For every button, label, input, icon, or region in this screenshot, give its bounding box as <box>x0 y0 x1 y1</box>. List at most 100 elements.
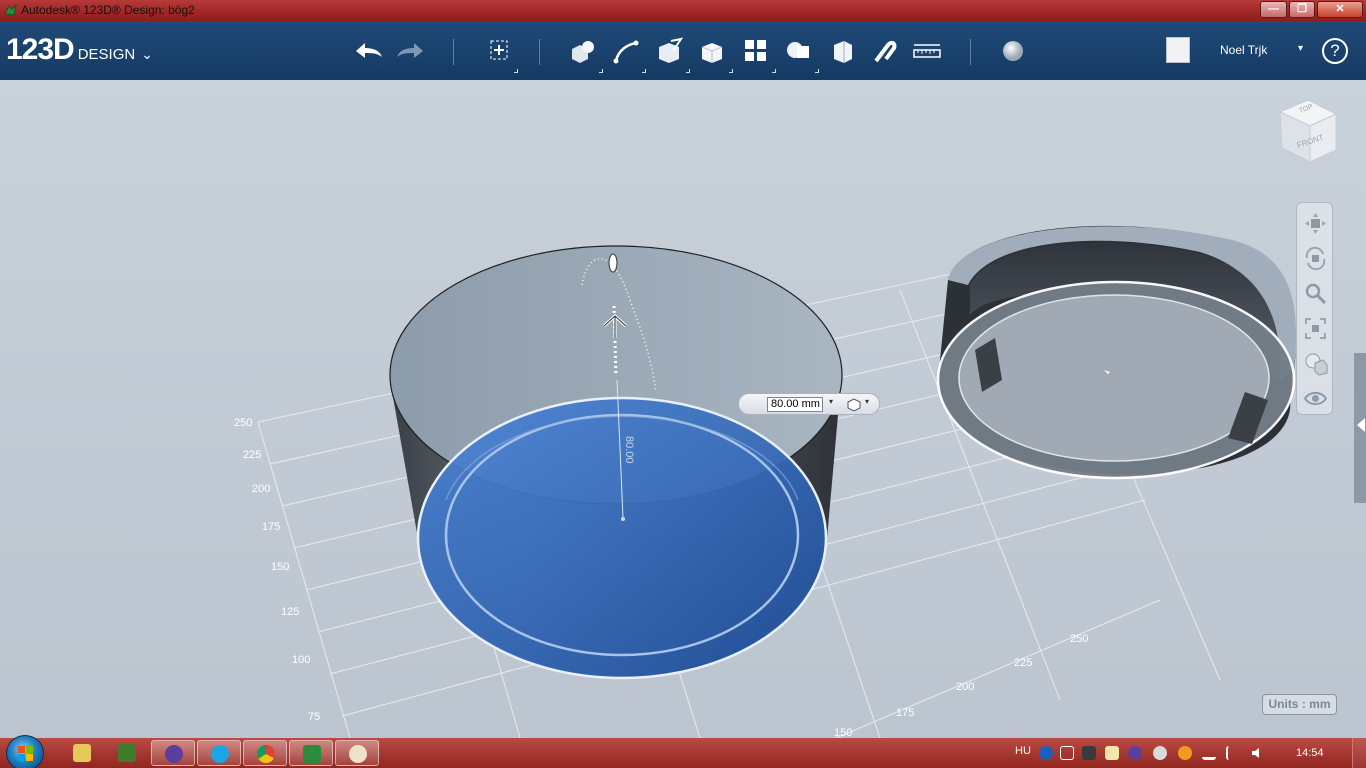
taskbar-123d-design[interactable] <box>289 740 333 766</box>
gamepad-icon[interactable] <box>1153 746 1167 760</box>
scene-canvas[interactable]: 250 225 200 175 150 125 100 75 150 175 2… <box>0 80 1366 738</box>
construct-button[interactable] <box>651 35 687 67</box>
svg-text:225: 225 <box>1014 657 1032 669</box>
svg-text:250: 250 <box>1070 633 1088 645</box>
taskbar-paint[interactable] <box>335 740 379 766</box>
material-button[interactable] <box>995 35 1031 67</box>
toolbar-separator <box>539 39 540 65</box>
svg-text:150: 150 <box>834 727 852 738</box>
modify-button[interactable] <box>694 35 730 67</box>
windows-logo-icon <box>18 746 33 761</box>
language-indicator[interactable]: HU <box>1015 745 1031 757</box>
extrude-mode-icon[interactable] <box>846 397 862 412</box>
sketch-button[interactable] <box>608 35 644 67</box>
units-indicator[interactable]: Units : mm <box>1262 694 1337 715</box>
material-icon <box>1003 41 1023 61</box>
orbit-icon[interactable] <box>1303 246 1328 271</box>
pan-icon[interactable] <box>1303 211 1328 236</box>
svg-text:175: 175 <box>262 521 280 533</box>
svg-text:125: 125 <box>281 606 299 618</box>
taskbar-minecraft[interactable] <box>105 740 149 766</box>
start-button[interactable] <box>6 735 44 768</box>
user-name[interactable]: Noel Trjk <box>1220 43 1267 57</box>
transform-button[interactable] <box>481 35 517 67</box>
app-tray-icon[interactable] <box>1128 746 1142 760</box>
navigation-bar <box>1296 202 1333 415</box>
grouping-icon <box>787 42 809 58</box>
help-button[interactable]: ? <box>1322 38 1348 64</box>
toolbar-separator <box>453 39 454 65</box>
snap-icon <box>874 40 897 63</box>
view-style-icon[interactable] <box>1303 351 1328 376</box>
window-title: Autodesk® 123D® Design: bög2 <box>21 3 195 17</box>
grouping-button[interactable] <box>781 35 817 67</box>
measure-button[interactable] <box>909 35 945 67</box>
inline-dimension-label: 80.00 <box>623 436 635 464</box>
3d-viewport[interactable]: 250 225 200 175 150 125 100 75 150 175 2… <box>0 80 1366 738</box>
fit-icon[interactable] <box>1303 316 1328 341</box>
minimize-button[interactable]: — <box>1260 1 1287 18</box>
app-icon <box>4 3 17 16</box>
taskbar-chrome[interactable] <box>243 740 287 766</box>
steam-icon[interactable] <box>1082 746 1096 760</box>
redo-icon <box>397 43 423 58</box>
pattern-icon <box>745 40 766 61</box>
flag-icon[interactable] <box>1226 746 1240 760</box>
svg-text:175: 175 <box>896 707 914 719</box>
signal-icon[interactable] <box>1202 746 1216 760</box>
svg-text:200: 200 <box>956 681 974 693</box>
undo-button[interactable] <box>350 35 386 67</box>
network-tray-icon[interactable] <box>1060 746 1074 760</box>
visibility-icon[interactable] <box>1303 386 1328 411</box>
maximize-button[interactable]: ❐ <box>1289 1 1315 18</box>
svg-text:200: 200 <box>252 483 270 495</box>
folder-icon <box>73 744 91 762</box>
taskbar-explorer[interactable] <box>60 740 104 766</box>
toolbar-separator <box>970 39 971 65</box>
taskbar-skype[interactable] <box>197 740 241 766</box>
notes-icon[interactable] <box>1105 746 1119 760</box>
svg-text:75: 75 <box>308 711 320 723</box>
snap-button[interactable] <box>866 35 902 67</box>
app-icon <box>165 745 183 763</box>
svg-text:250: 250 <box>234 417 252 429</box>
volume-icon[interactable] <box>1250 746 1264 760</box>
taskbar-rival-app[interactable] <box>151 740 195 766</box>
show-desktop-button[interactable] <box>1352 738 1366 768</box>
transform-icon <box>490 40 508 60</box>
chevron-left-icon[interactable] <box>1357 418 1365 432</box>
minecraft-icon <box>118 744 136 762</box>
caret-icon <box>514 69 518 73</box>
combine-button[interactable] <box>824 35 860 67</box>
svg-text:225: 225 <box>243 449 261 461</box>
redo-button[interactable] <box>393 35 429 67</box>
clock[interactable]: 14:54 <box>1296 747 1324 759</box>
chevron-down-icon[interactable]: ▾ <box>1298 43 1303 54</box>
primitives-button[interactable] <box>564 35 600 67</box>
app-menu-button[interactable]: 123D DESIGN ⌄ <box>6 33 153 67</box>
cylinder-solid[interactable] <box>389 245 843 680</box>
modify-icon <box>701 43 723 63</box>
dimension-value-field[interactable]: 80.00 mm <box>767 397 823 412</box>
combine-icon <box>834 41 852 63</box>
close-button[interactable]: ✕ <box>1317 1 1363 18</box>
caret-icon <box>772 69 776 73</box>
chevron-down-icon[interactable]: ▾ <box>865 397 869 406</box>
logo-sub: DESIGN <box>77 46 136 63</box>
undo-icon <box>356 43 382 58</box>
zoom-icon[interactable] <box>1303 281 1328 306</box>
ring-solid[interactable] <box>936 225 1296 480</box>
svg-text:150: 150 <box>271 561 289 573</box>
view-cube[interactable]: TOP FRONT <box>1274 96 1340 168</box>
dimension-input-widget[interactable]: 80.00 mm ▾ ▾ <box>738 393 880 415</box>
app-toolbar: 123D DESIGN ⌄ Noel Trjk ▾ ? <box>0 21 1366 80</box>
logo-main: 123D <box>6 33 75 66</box>
chevron-down-icon[interactable]: ▾ <box>829 397 833 406</box>
pattern-button[interactable] <box>738 35 774 67</box>
help-tray-icon[interactable] <box>1039 746 1053 760</box>
caret-icon <box>599 69 603 73</box>
skype-icon <box>211 745 229 763</box>
avatar[interactable] <box>1166 37 1190 63</box>
avast-icon[interactable] <box>1178 746 1192 760</box>
windows-taskbar: HU 14:54 <box>0 735 1366 768</box>
